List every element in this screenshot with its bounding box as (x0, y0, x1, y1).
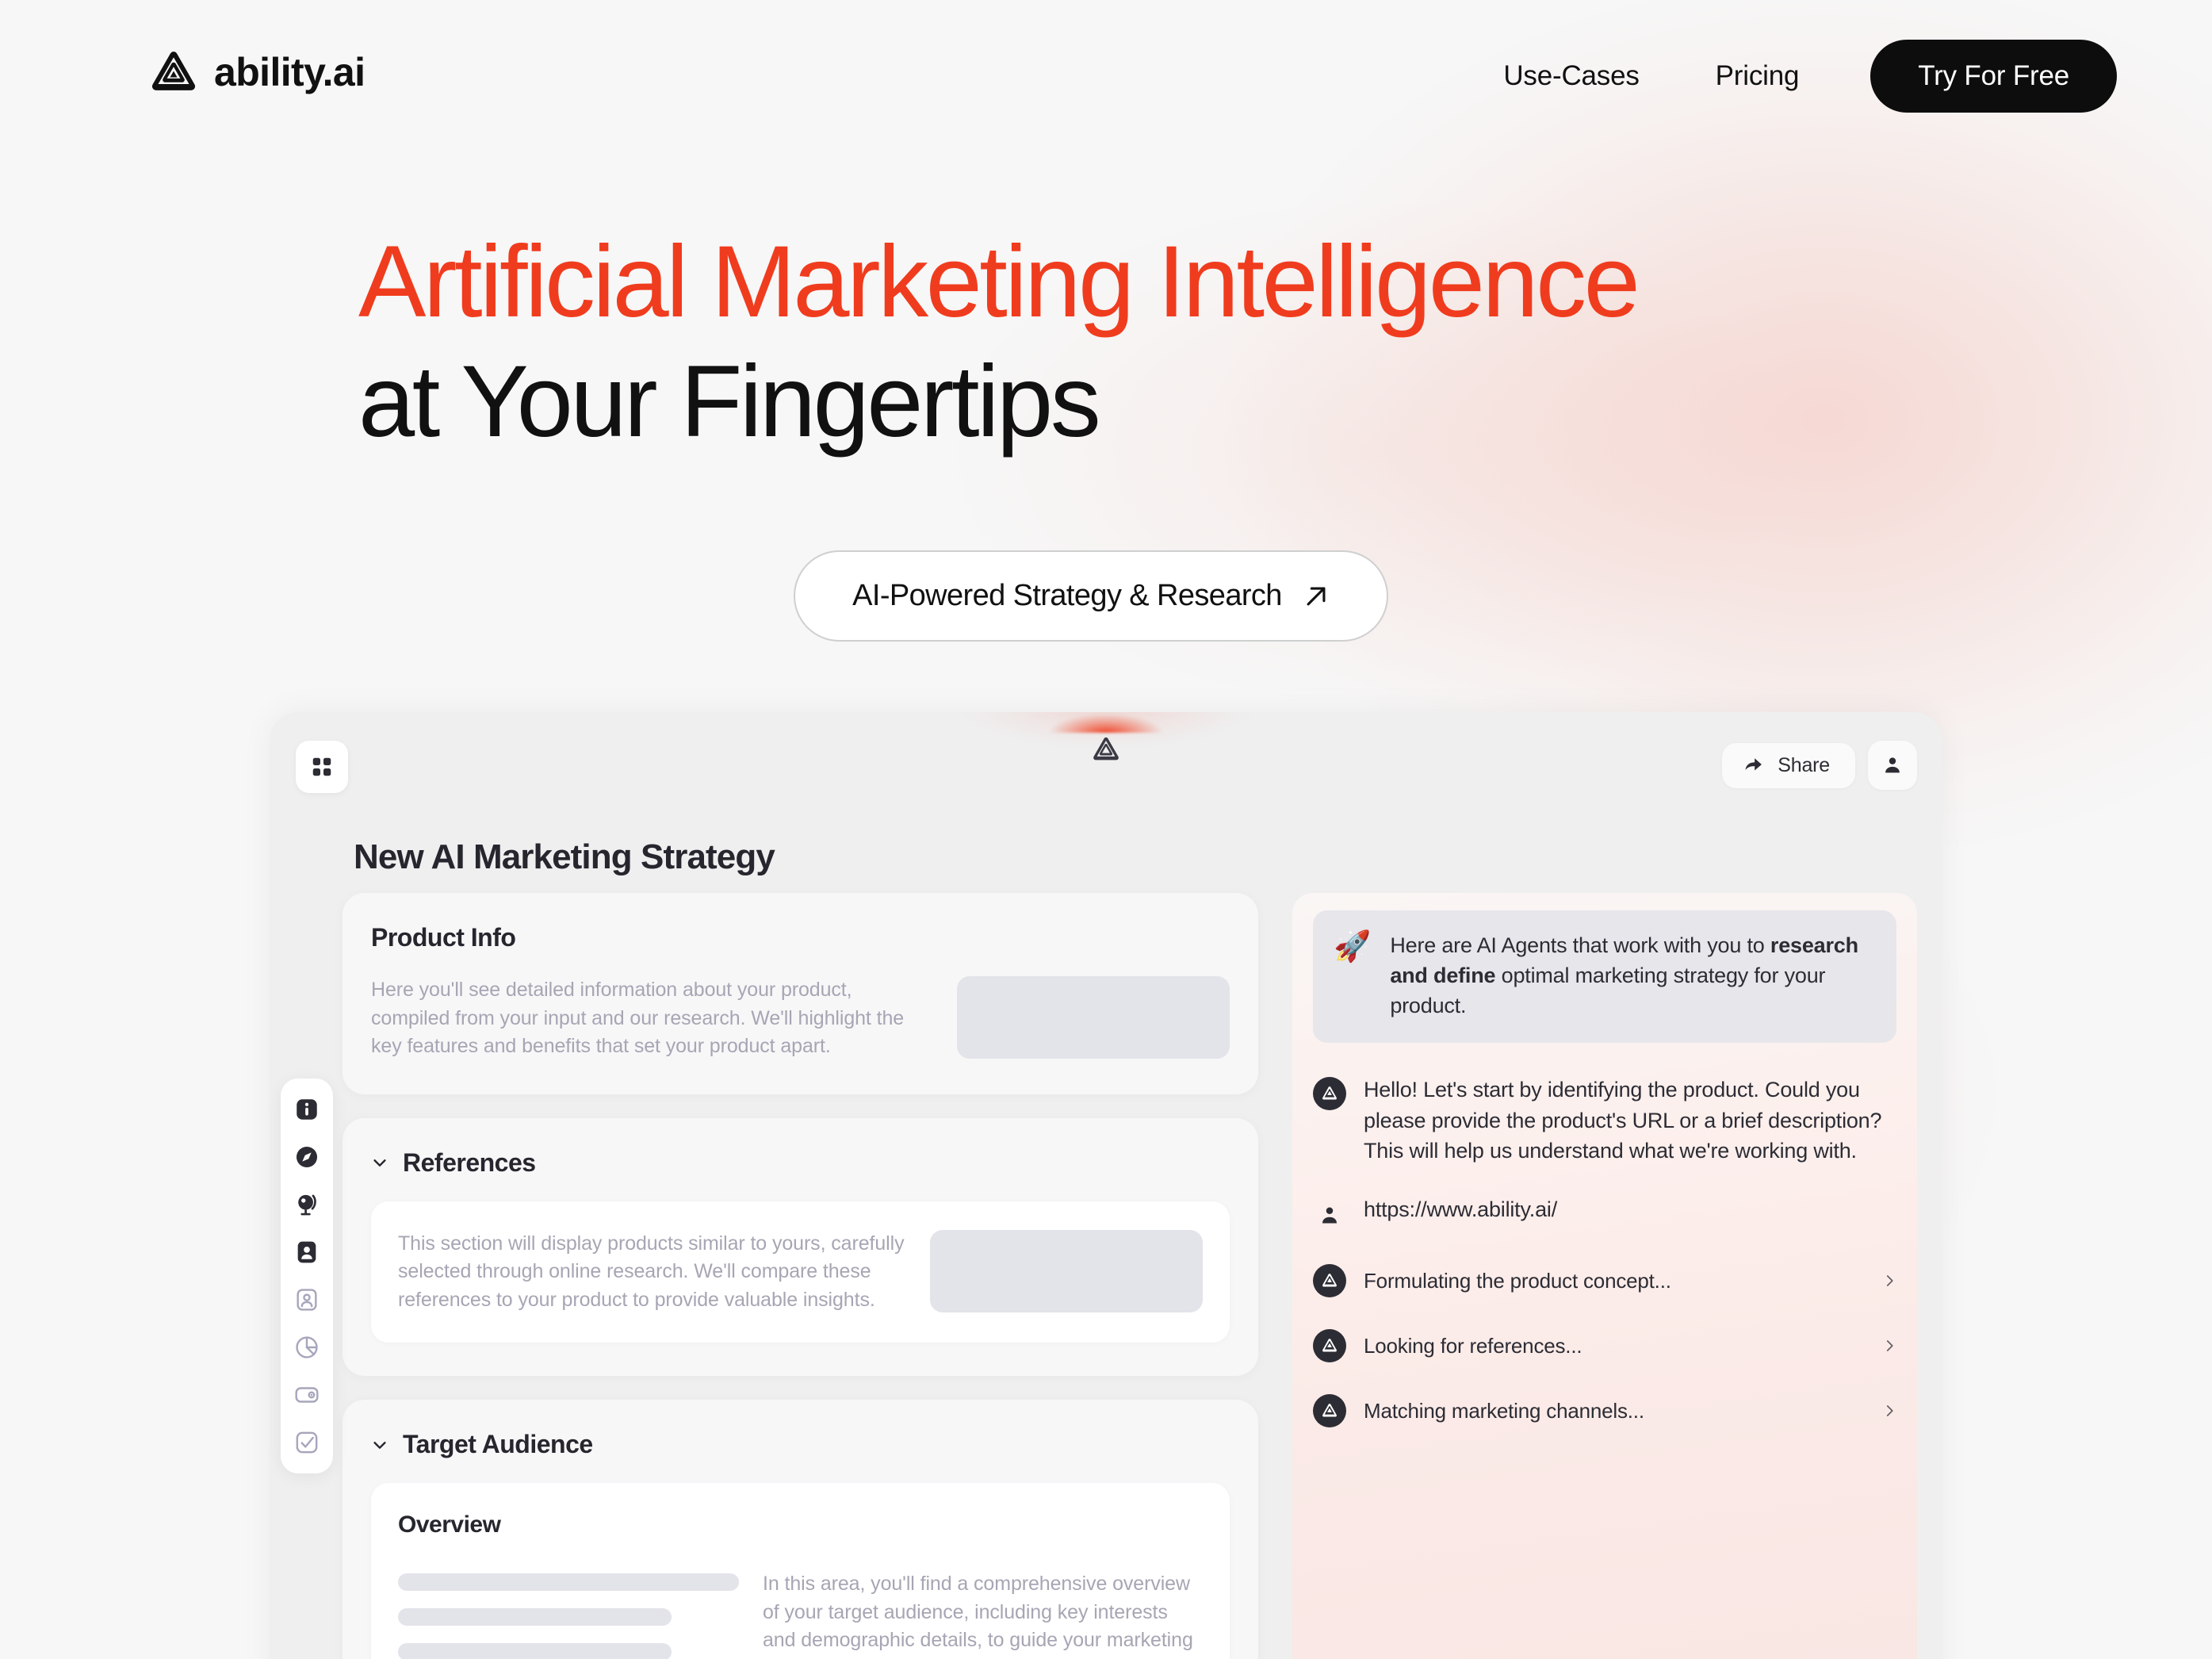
references-body: This section will display products simil… (398, 1232, 905, 1311)
app-top-light-glow (1031, 712, 1181, 733)
overview-heading: Overview (398, 1511, 501, 1538)
ai-agent-avatar-icon (1313, 1264, 1346, 1298)
product-info-content: Here you'll see detailed information abo… (371, 976, 1230, 1061)
product-info-card: Product Info Here you'll see detailed in… (343, 893, 1258, 1094)
overview-content: In this area, you'll find a comprehensiv… (398, 1570, 1203, 1659)
chevron-right-icon (1886, 1340, 1893, 1352)
skeleton-line (398, 1573, 739, 1591)
app-sidebar-icon-rail (281, 1079, 333, 1473)
contact-card-icon[interactable] (293, 1239, 320, 1266)
references-section-header[interactable]: References (371, 1148, 1230, 1178)
person-card-icon[interactable] (293, 1286, 320, 1313)
assistant-message: Hello! Let's start by identifying the pr… (1313, 1075, 1896, 1166)
agent-task-row[interactable]: Matching marketing channels... (1313, 1394, 1896, 1428)
brand-name: ability.ai (214, 50, 365, 94)
chevron-down-icon (373, 1159, 386, 1167)
target-audience-section-header[interactable]: Target Audience (371, 1430, 1230, 1459)
references-content: This section will display products simil… (398, 1229, 1203, 1315)
hero-headline: Artificial Marketing Intelligence at You… (0, 222, 2212, 462)
agent-task-row[interactable]: Looking for references... (1313, 1329, 1896, 1363)
share-arrow-icon (1745, 758, 1762, 771)
app-preview-window: Share New AI Marketing Strategy Product … (270, 712, 1942, 1659)
brand-logo[interactable]: ability.ai (151, 49, 365, 95)
pie-chart-icon[interactable] (293, 1334, 320, 1361)
user-message: https://www.ability.ai/ (1313, 1197, 1896, 1232)
chat-intro-prefix: Here are AI Agents that work with you to (1390, 933, 1770, 957)
share-button-label: Share (1778, 753, 1830, 776)
info-icon[interactable] (293, 1096, 320, 1123)
nav-links-group: Use-Cases Pricing Try For Free (1465, 40, 2117, 113)
agent-task-row[interactable]: Formulating the product concept... (1313, 1264, 1896, 1298)
agent-task-label: Matching marketing channels... (1364, 1398, 1644, 1423)
references-heading: References (403, 1148, 536, 1177)
overview-card: Overview In this area, you'll find a com… (371, 1483, 1230, 1659)
skeleton-line (398, 1608, 672, 1626)
checkbox-check-icon[interactable] (293, 1429, 320, 1456)
triangle-knot-logo-icon (1322, 1339, 1337, 1352)
ai-agent-avatar-icon (1313, 1077, 1346, 1111)
chat-intro-text: Here are AI Agents that work with you to… (1390, 931, 1873, 1021)
grid-four-squares-icon (312, 757, 331, 776)
agent-task-label: Formulating the product concept... (1364, 1268, 1671, 1293)
nav-link-use-cases[interactable]: Use-Cases (1465, 60, 1677, 92)
user-profile-button[interactable] (1868, 741, 1917, 790)
skeleton-line (398, 1643, 672, 1659)
user-message-text: https://www.ability.ai/ (1364, 1197, 1557, 1222)
headline-line-2: at Your Fingertips (358, 345, 1101, 459)
top-navigation-bar: ability.ai Use-Cases Pricing Try For Fre… (0, 0, 2212, 159)
try-for-free-button[interactable]: Try For Free (1870, 40, 2117, 113)
ai-powered-strategy-button[interactable]: AI-Powered Strategy & Research (794, 550, 1388, 642)
headline-line-1: Artificial Marketing Intelligence (358, 225, 1640, 339)
assistant-message-text: Hello! Let's start by identifying the pr… (1364, 1078, 1882, 1163)
grid-menu-button[interactable] (296, 741, 348, 793)
chat-intro-banner: 🚀 Here are AI Agents that work with you … (1313, 910, 1896, 1044)
references-card: References This section will display pro… (343, 1117, 1258, 1376)
product-info-placeholder-block (957, 976, 1230, 1059)
globe-icon[interactable] (293, 1191, 320, 1218)
compass-icon[interactable] (293, 1144, 320, 1170)
rocket-emoji-icon: 🚀 (1334, 930, 1372, 964)
chevron-down-icon (373, 1441, 386, 1449)
target-audience-heading: Target Audience (403, 1430, 593, 1458)
product-info-heading: Product Info (371, 923, 516, 952)
chevron-right-icon (1886, 1275, 1893, 1287)
product-info-body: Here you'll see detailed information abo… (371, 979, 905, 1057)
hero-pill-label: AI-Powered Strategy & Research (852, 579, 1282, 613)
triangle-knot-logo-icon (1093, 737, 1119, 761)
triangle-knot-logo-icon (1322, 1404, 1337, 1417)
references-inner-card: This section will display products simil… (371, 1201, 1230, 1343)
overview-body: In this area, you'll find a comprehensiv… (763, 1573, 1193, 1659)
user-person-icon (1322, 1207, 1337, 1224)
hero-section: Artificial Marketing Intelligence at You… (0, 222, 2212, 642)
ai-agent-avatar-icon (1313, 1329, 1346, 1363)
nav-link-pricing[interactable]: Pricing (1678, 60, 1838, 92)
hero-cta-row: AI-Powered Strategy & Research (0, 550, 2212, 642)
arrow-up-right-icon (1307, 587, 1326, 606)
user-person-icon (1885, 757, 1900, 773)
agent-task-label: Looking for references... (1364, 1333, 1582, 1358)
triangle-knot-logo-icon (1322, 1274, 1337, 1287)
app-header-controls: Share (1722, 741, 1917, 790)
share-button[interactable]: Share (1722, 742, 1855, 788)
user-person-icon (1313, 1199, 1346, 1232)
references-placeholder-block (930, 1229, 1203, 1312)
ai-chat-panel: 🚀 Here are AI Agents that work with you … (1292, 893, 1917, 1659)
target-audience-card: Target Audience Overview In this area, y… (343, 1400, 1258, 1659)
app-page-title: New AI Marketing Strategy (354, 837, 775, 876)
triangle-knot-logo-icon (1322, 1086, 1337, 1100)
ai-agent-avatar-icon (1313, 1394, 1346, 1428)
wallet-icon[interactable] (293, 1381, 320, 1408)
strategy-document-column: Product Info Here you'll see detailed in… (343, 893, 1258, 1659)
overview-placeholder-lines (398, 1570, 739, 1659)
chevron-right-icon (1886, 1405, 1893, 1417)
triangle-knot-logo-icon (151, 52, 196, 90)
